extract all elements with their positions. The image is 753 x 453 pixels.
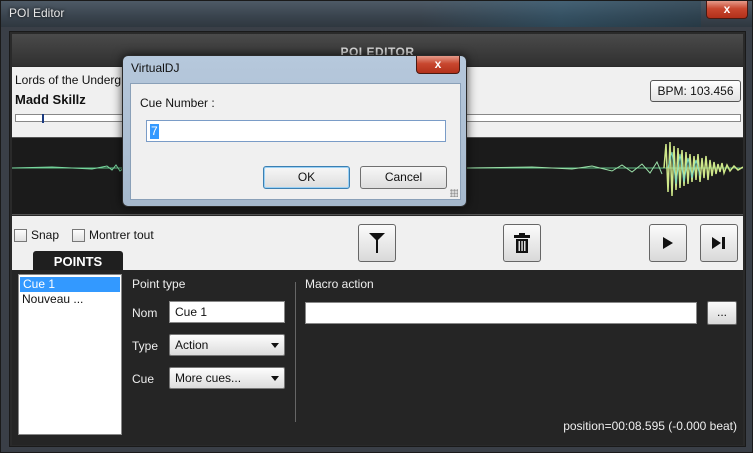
trash-icon [514,233,530,253]
cue-select-value: More cues... [175,371,242,385]
titlebar-glass [421,1,701,27]
marker-icon [369,233,385,253]
name-label: Nom [132,306,158,320]
macro-action-heading: Macro action [305,277,374,291]
dialog-title: VirtualDJ [131,61,180,75]
show-all-checkbox[interactable]: Montrer tout [72,228,154,242]
points-panel: Cue 1 Nouveau ... Point type Nom Cue 1 T… [12,270,743,445]
name-field[interactable]: Cue 1 [169,301,285,323]
chevron-down-icon [271,343,279,348]
cancel-button[interactable]: Cancel [360,166,447,189]
macro-action-input[interactable] [305,302,697,324]
type-select-value: Action [175,338,209,352]
window-close-button[interactable]: x [706,1,748,19]
snap-label: Snap [31,228,60,242]
bpm-button[interactable]: BPM: 103.456 [650,80,741,102]
play-icon [663,237,673,249]
cue-number-value: 7 [150,124,159,139]
show-all-label: Montrer tout [89,228,154,242]
ok-button[interactable]: OK [263,166,350,189]
play-button[interactable] [649,224,687,262]
skip-next-icon [712,237,725,249]
next-point-button[interactable] [700,224,738,262]
delete-point-button[interactable] [503,224,541,262]
macro-browse-button[interactable]: ... [707,301,737,325]
snap-checkbox[interactable]: Snap [14,228,59,242]
cue-number-dialog: VirtualDJ x Cue Number : 7 OK Cancel [122,55,467,207]
resize-grip[interactable] [450,189,458,197]
dialog-body: Cue Number : 7 OK Cancel [130,83,461,200]
type-label: Type [132,339,159,353]
snap-checkbox-box[interactable] [14,228,27,242]
cue-number-label: Cue Number : [140,96,215,110]
type-select[interactable]: Action [169,334,285,356]
window-title: POI Editor [9,6,65,20]
point-type-heading: Point type [132,277,186,291]
seek-marker[interactable] [42,114,44,123]
cue-select[interactable]: More cues... [169,367,285,389]
position-readout: position=00:08.595 (-0.000 beat) [563,419,737,433]
show-all-checkbox-box[interactable] [72,228,85,242]
chevron-down-icon [271,376,279,381]
track-title: Lords of the Underg [15,73,122,87]
dialog-close-button[interactable]: x [416,56,460,74]
track-artist: Madd Skillz [15,92,86,107]
cue-number-input[interactable] [146,120,446,142]
cue-label: Cue [132,372,155,386]
add-marker-button[interactable] [358,224,396,262]
title-bar[interactable]: POI Editor x [1,1,752,27]
vertical-divider [295,282,296,422]
list-item[interactable]: Nouveau ... [19,292,121,307]
list-item[interactable]: Cue 1 [20,277,120,292]
poi-list[interactable]: Cue 1 Nouveau ... [18,274,122,435]
